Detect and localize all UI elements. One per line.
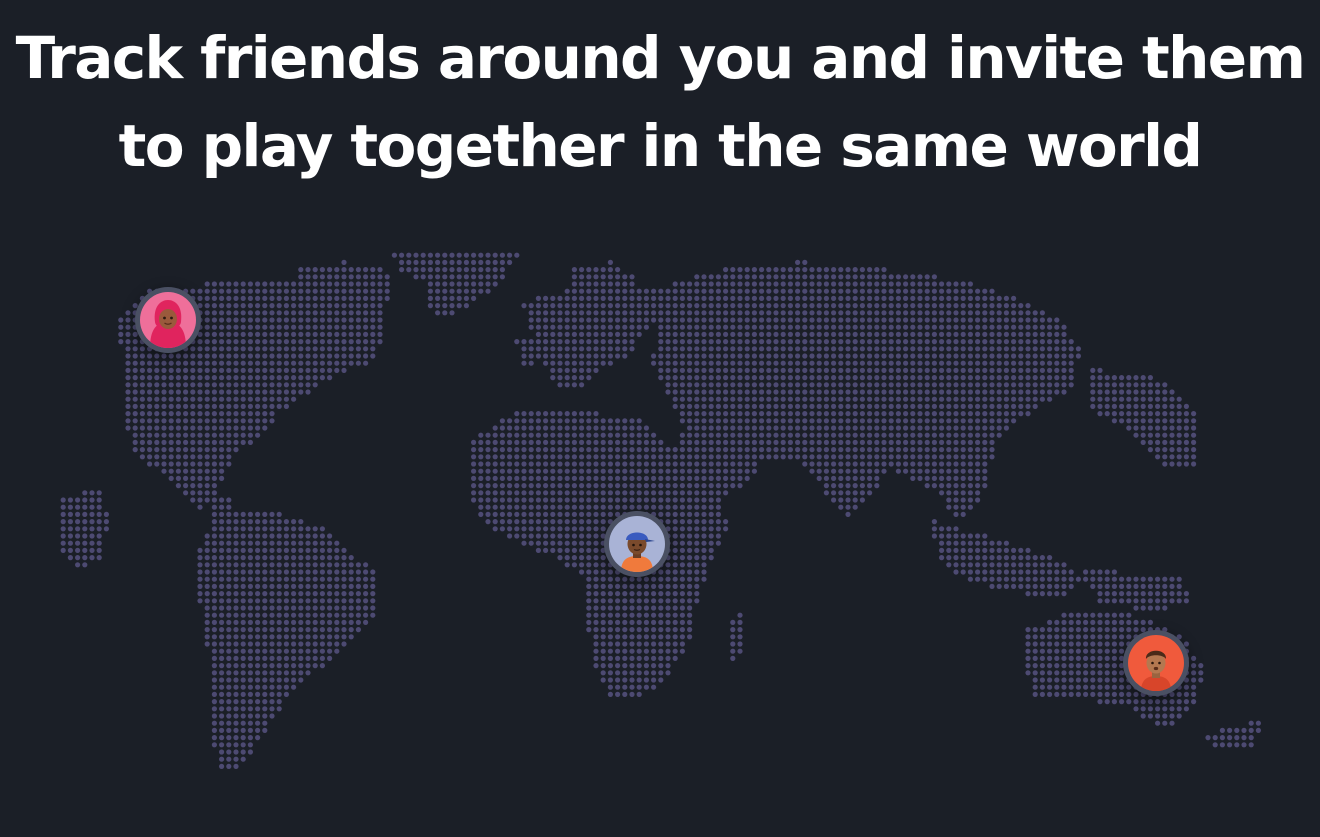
boy-blue-cap-avatar-icon (609, 516, 665, 572)
friend-pin-africa[interactable] (604, 511, 670, 577)
friend-pin-north-america[interactable] (135, 287, 201, 353)
girl-hijab-avatar-icon (140, 292, 196, 348)
map-dots (60, 252, 1261, 770)
friend-pin-australia[interactable] (1123, 630, 1189, 696)
boy-curly-hair-avatar-icon (1128, 635, 1184, 691)
world-dot-map (60, 252, 1261, 770)
